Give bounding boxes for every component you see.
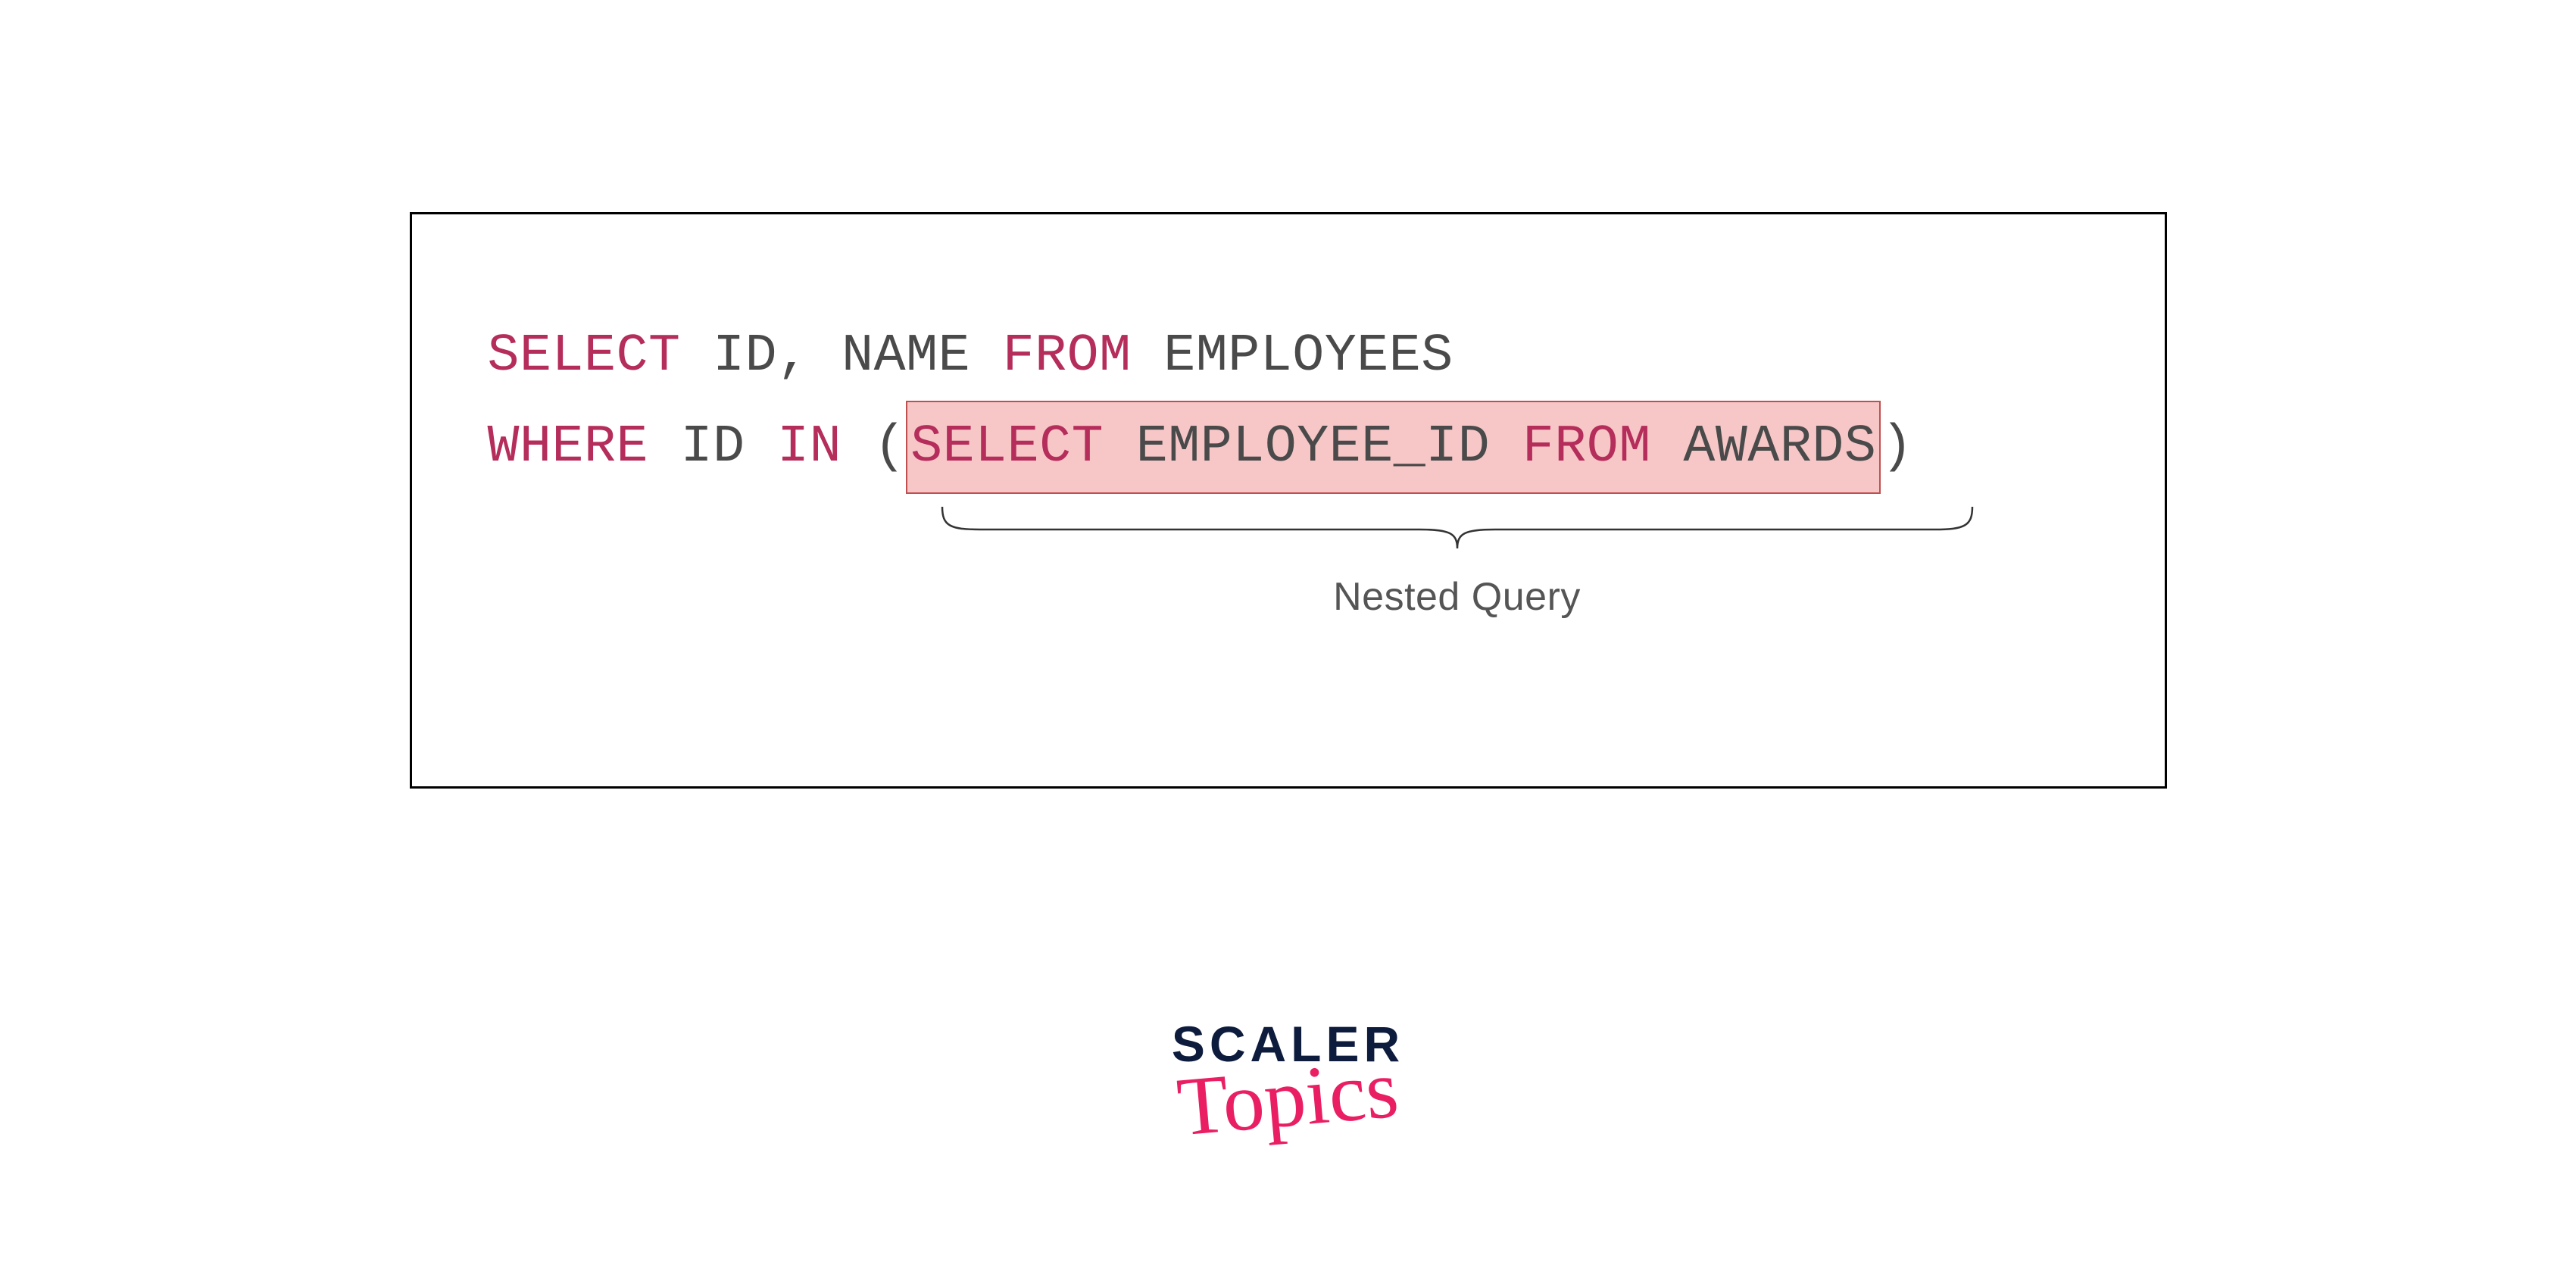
nested-query-highlight: SELECT EMPLOYEE_ID FROM AWARDS [906, 401, 1881, 495]
column-id: ID [681, 417, 778, 477]
sql-line-1: SELECT ID, NAME FROM EMPLOYEES [488, 313, 2089, 401]
keyword-from: FROM [1003, 326, 1132, 386]
columns: ID, NAME [713, 326, 1003, 386]
keyword-select: SELECT [488, 326, 681, 386]
code-box: SELECT ID, NAME FROM EMPLOYEES WHERE ID … [410, 212, 2167, 789]
inner-keyword-from: FROM [1522, 417, 1651, 477]
brace-icon [935, 503, 1980, 556]
inner-column: EMPLOYEE_ID [1104, 417, 1522, 477]
table-employees: EMPLOYEES [1163, 326, 1453, 386]
sql-line-2: WHERE ID IN (SELECT EMPLOYEE_ID FROM AWA… [488, 401, 2089, 495]
keyword-in: IN [777, 417, 841, 477]
diagram-container: SELECT ID, NAME FROM EMPLOYEES WHERE ID … [410, 212, 2167, 789]
scaler-logo: SCALER Topics [1172, 1015, 1404, 1146]
close-paren: ) [1881, 417, 1913, 477]
inner-table: AWARDS [1651, 417, 1877, 477]
nested-query-label: Nested Query [935, 574, 1980, 620]
logo-sub-text: Topics [1174, 1041, 1403, 1156]
inner-keyword-select: SELECT [910, 417, 1104, 477]
curly-brace-annotation [935, 503, 1980, 556]
keyword-where: WHERE [488, 417, 649, 477]
open-paren: ( [874, 417, 907, 477]
